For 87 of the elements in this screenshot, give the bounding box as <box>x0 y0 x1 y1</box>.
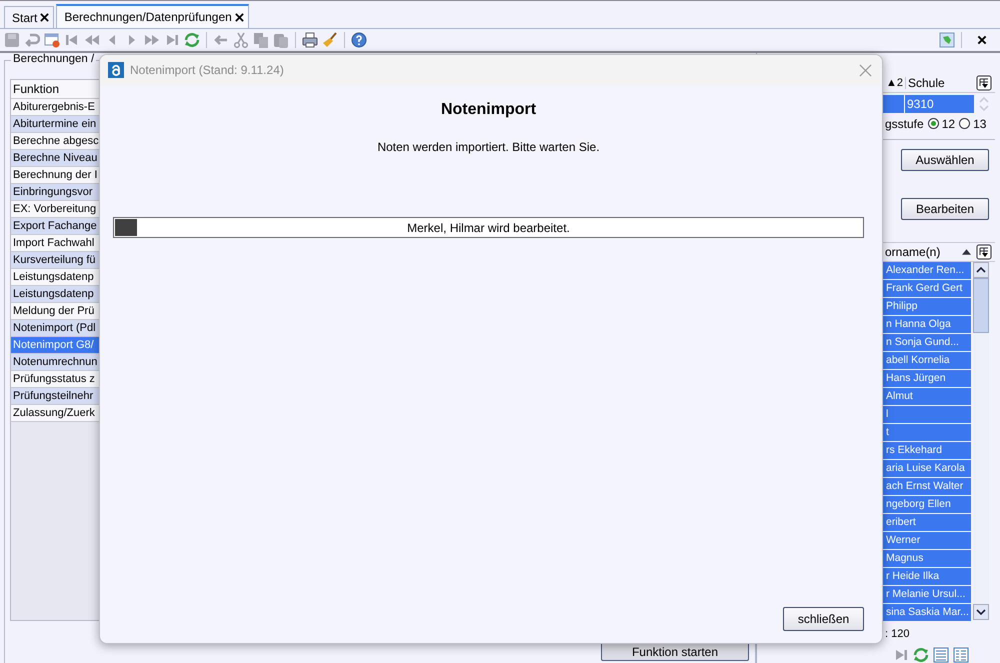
name-row[interactable]: r Melanie Ursul... <box>883 586 971 603</box>
list-row[interactable]: Leistungsdatenp <box>11 269 99 286</box>
name-row[interactable]: sina Saskia Mar... <box>883 604 971 621</box>
help-icon[interactable] <box>351 32 367 48</box>
dialog-title: Notenimport (Stand: 9.11.24) <box>130 63 285 77</box>
field-label: gsstufe <box>885 116 924 131</box>
save-icon[interactable] <box>4 32 20 48</box>
app-logo-icon <box>108 62 124 78</box>
list-row[interactable]: Berechne abgesc <box>11 133 99 150</box>
name-row[interactable]: n Sonja Gund... <box>883 334 971 351</box>
name-row[interactable]: n Hanna Olga <box>883 316 971 333</box>
last-icon[interactable] <box>893 647 909 663</box>
name-row[interactable]: abell Kornelia <box>883 352 971 369</box>
list-row[interactable]: Zulassung/Zuerk <box>11 405 99 422</box>
list-row[interactable]: Notenumrechnun <box>11 354 99 371</box>
progress-text: Merkel, Hilmar wird bearbeitet. <box>407 220 570 234</box>
tab[interactable]: Start <box>4 6 54 28</box>
name-row[interactable]: t <box>883 424 971 441</box>
last-icon[interactable] <box>164 32 180 48</box>
list-row[interactable]: Import Fachwahl <box>11 235 99 252</box>
list-row[interactable]: Berechnung der I <box>11 167 99 184</box>
close-icon[interactable] <box>234 12 244 22</box>
name-row[interactable]: Frank Gerd Gert <box>883 280 971 297</box>
first-icon[interactable] <box>64 32 80 48</box>
rewind-icon[interactable] <box>84 32 100 48</box>
dialog-heading: Notenimport <box>440 101 536 119</box>
fast-forward-icon[interactable] <box>144 32 160 48</box>
copy-icon[interactable] <box>253 32 269 48</box>
list-row[interactable]: Notenimport (Pdl <box>11 320 99 337</box>
close-icon[interactable] <box>40 13 50 22</box>
close-button[interactable]: schließen <box>783 607 864 631</box>
list-row[interactable]: Meldung der Prü <box>11 303 99 320</box>
list-row[interactable]: Export Fachange <box>11 218 99 235</box>
undo-icon[interactable] <box>24 32 40 48</box>
column-header[interactable]: orname(n) <box>883 245 962 260</box>
name-row[interactable]: Hans Jürgen <box>883 370 971 387</box>
sort-ascending-icon <box>962 249 971 256</box>
tab[interactable]: Berechnungen/Datenprüfungen <box>56 4 249 28</box>
list-row[interactable]: Leistungsdatenp <box>11 286 99 303</box>
close-icon[interactable] <box>976 34 988 46</box>
column-menu-icon[interactable] <box>976 244 992 260</box>
name-row[interactable]: Alexander Ren... <box>883 262 971 279</box>
list-row[interactable]: Abiturergebnis-E <box>11 99 99 116</box>
group-label: Berechnungen / <box>11 53 96 65</box>
detail-view-icon[interactable] <box>953 647 969 663</box>
broom-icon[interactable] <box>322 32 338 48</box>
table-cell <box>883 94 904 113</box>
list-row[interactable]: EX: Vorbereitung <box>11 201 99 218</box>
printer-icon[interactable] <box>302 32 318 48</box>
name-row[interactable]: l <box>883 406 971 423</box>
scissors-icon[interactable] <box>233 32 249 48</box>
list-row[interactable]: Prüfungsstatus z <box>11 371 99 388</box>
name-row[interactable]: aria Luise Karola <box>883 460 971 477</box>
name-row[interactable]: Almut <box>883 388 971 405</box>
list-row[interactable]: Einbringungsvor <box>11 184 99 201</box>
name-row[interactable]: r Heide Ilka <box>883 568 971 585</box>
list-row[interactable]: Abiturtermine ein <box>11 116 99 133</box>
status-message: Noten werden importiert. Bitte warten Sie. <box>377 140 600 154</box>
chevron-down-icon <box>976 608 986 615</box>
scroll-thumb[interactable] <box>973 278 989 333</box>
name-row[interactable]: rs Ekkehard <box>883 442 971 459</box>
name-row[interactable]: Philipp <box>883 298 971 315</box>
name-row[interactable]: Werner <box>883 532 971 549</box>
paste-icon[interactable] <box>273 32 289 48</box>
record-count: : 120 <box>884 626 910 642</box>
list-row[interactable]: Kursverteilung fü <box>11 252 99 269</box>
scroll-down-button[interactable] <box>973 604 989 620</box>
list-row[interactable]: Prüfungsteilnehr <box>11 388 99 405</box>
name-row[interactable]: Magnus <box>883 550 971 567</box>
list-row[interactable]: Notenimport G8/ <box>11 337 99 354</box>
name-row[interactable]: ach Ernst Walter <box>883 478 971 495</box>
list-view-icon[interactable] <box>933 647 949 663</box>
radio-button[interactable]: 12 <box>928 116 956 131</box>
column-menu-icon[interactable] <box>976 74 992 91</box>
table-cell: 9310 <box>904 94 974 113</box>
column-header[interactable]: Funktion <box>11 80 99 99</box>
action-button[interactable]: Bearbeiten <box>901 198 989 220</box>
name-row[interactable]: ngeborg Ellen <box>883 496 971 513</box>
scrollbar[interactable] <box>973 262 989 620</box>
chevron-up-icon <box>976 266 986 273</box>
radio-button[interactable]: 13 <box>959 116 986 131</box>
column-header[interactable]: Schule <box>906 76 976 90</box>
action-button[interactable]: Auswählen <box>901 149 989 172</box>
form-delete-icon[interactable] <box>44 32 60 48</box>
name-row[interactable]: eribert <box>883 514 971 531</box>
list-row[interactable]: Berechne Niveau <box>11 150 99 167</box>
scroll-up-button[interactable] <box>973 262 989 278</box>
